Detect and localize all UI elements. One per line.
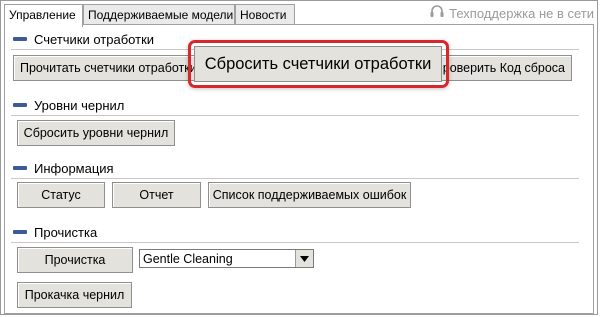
section-title: Информация — [34, 160, 114, 176]
section-title: Счетчики отработки — [34, 31, 155, 47]
report-button[interactable]: Отчет — [112, 182, 201, 208]
collapse-icon[interactable] — [13, 166, 27, 170]
support-status[interactable]: Техподдержка не в сети — [429, 4, 594, 23]
section-title: Прочистка — [34, 224, 98, 240]
section-header-information[interactable]: Информация — [11, 160, 579, 179]
collapse-icon[interactable] — [13, 230, 27, 234]
headset-icon — [429, 4, 445, 23]
tab-supported-models[interactable]: Поддерживаемые модели — [83, 4, 235, 25]
read-counters-button[interactable]: Прочитать счетчики отработки — [13, 55, 197, 81]
section-title: Уровни чернил — [34, 97, 125, 113]
ink-flush-button[interactable]: Прокачка чернил — [17, 282, 132, 308]
cleaning-mode-value: Gentle Cleaning — [143, 251, 233, 266]
tab-management[interactable]: Управление — [4, 4, 83, 27]
section-header-counters[interactable]: Счетчики отработки — [11, 31, 579, 50]
tab-news[interactable]: Новости — [235, 4, 295, 25]
check-reset-code-button[interactable]: Проверить Код сброса — [435, 55, 572, 81]
cleaning-mode-select[interactable]: Gentle Cleaning — [139, 249, 314, 268]
status-button[interactable]: Статус — [17, 182, 105, 208]
support-status-label: Техподдержка не в сети — [449, 6, 594, 21]
collapse-icon[interactable] — [13, 37, 27, 41]
supported-errors-button[interactable]: Список поддерживаемых ошибок — [208, 182, 411, 208]
collapse-icon[interactable] — [13, 103, 27, 107]
cleaning-button[interactable]: Прочистка — [17, 247, 133, 273]
reset-ink-levels-button[interactable]: Сбросить уровни чернил — [17, 120, 175, 146]
chevron-down-icon[interactable] — [295, 250, 313, 267]
section-header-cleaning[interactable]: Прочистка — [11, 224, 579, 243]
section-header-ink-levels[interactable]: Уровни чернил — [11, 97, 579, 116]
reset-counters-button[interactable]: Сбросить счетчики отработки — [194, 46, 442, 82]
